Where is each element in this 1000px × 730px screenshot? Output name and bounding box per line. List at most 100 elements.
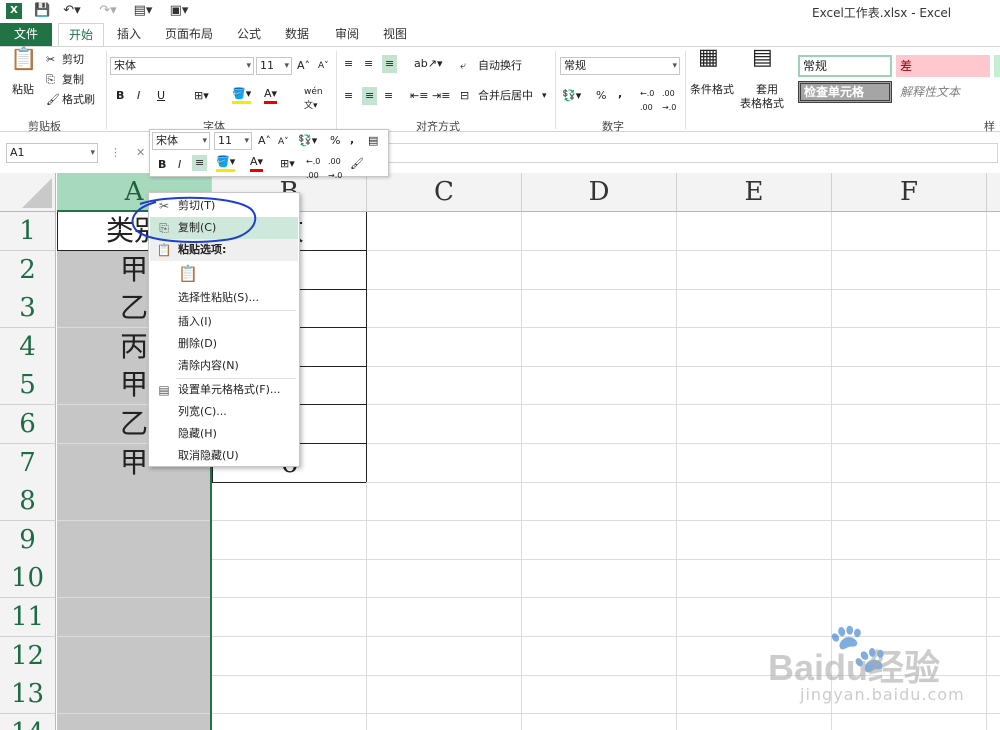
cell[interactable] <box>522 251 677 290</box>
cell[interactable] <box>522 714 677 730</box>
align-bottom-icon[interactable]: ≡ <box>382 55 398 73</box>
cell[interactable] <box>367 366 522 405</box>
cell[interactable] <box>522 559 677 598</box>
cell[interactable] <box>522 675 677 714</box>
paste-clipboard-icon[interactable]: 📋 <box>178 266 198 282</box>
row-header[interactable]: 7 <box>0 444 56 483</box>
cell[interactable] <box>987 328 1000 367</box>
cell[interactable] <box>987 212 1000 251</box>
column-header-c[interactable]: C <box>367 173 522 212</box>
cell[interactable] <box>522 366 677 405</box>
cell[interactable] <box>987 521 1000 560</box>
mini-font-color-icon[interactable]: A▾ <box>250 155 264 172</box>
cell[interactable] <box>987 366 1000 405</box>
cell[interactable] <box>677 328 832 367</box>
cell[interactable] <box>832 714 987 730</box>
column-header-e[interactable]: E <box>677 173 832 212</box>
mini-increase-decimal-icon[interactable]: ←.0.00 <box>306 155 320 183</box>
tab-insert[interactable]: 插入 <box>108 23 150 46</box>
align-middle-icon[interactable]: ≡ <box>364 57 373 71</box>
merge-center-button[interactable]: 合并后居中 <box>478 89 533 103</box>
row-header[interactable]: 5 <box>0 366 56 405</box>
font-color-icon[interactable]: A▾ <box>264 87 278 104</box>
style-explanatory[interactable]: 解释性文本 <box>896 81 990 103</box>
cell-a[interactable] <box>57 675 211 714</box>
mini-bold-button[interactable]: B <box>158 158 166 172</box>
row-header[interactable]: 10 <box>0 559 56 598</box>
cell[interactable] <box>367 212 522 251</box>
column-header-d[interactable]: D <box>522 173 677 212</box>
cell[interactable] <box>522 405 677 444</box>
mini-font-size-select[interactable]: 11 <box>214 132 252 150</box>
cell[interactable] <box>367 559 522 598</box>
cell-b[interactable] <box>212 675 367 714</box>
menu-item-paste-special[interactable]: 选择性粘贴(S)... <box>150 287 298 309</box>
orientation-icon[interactable]: ab↗▾ <box>414 57 442 71</box>
cell[interactable] <box>832 212 987 251</box>
cell[interactable] <box>677 405 832 444</box>
font-size-select[interactable]: 11 <box>256 57 292 75</box>
column-header-f[interactable]: F <box>832 173 987 212</box>
tab-view[interactable]: 视图 <box>374 23 416 46</box>
accounting-format-icon[interactable]: 💱▾ <box>562 89 581 103</box>
mini-borders-icon[interactable]: ⊞▾ <box>280 157 295 171</box>
conditional-formatting-button[interactable]: 条件格式 <box>690 83 734 97</box>
cell[interactable] <box>832 482 987 521</box>
cell[interactable] <box>367 289 522 328</box>
cell[interactable] <box>677 251 832 290</box>
cell[interactable] <box>367 675 522 714</box>
italic-button[interactable]: I <box>137 89 140 103</box>
paste-icon[interactable]: 📋 <box>10 49 37 71</box>
redo-icon[interactable]: ↷▾ <box>96 3 120 19</box>
cell-b[interactable] <box>212 637 367 676</box>
row-header[interactable]: 3 <box>0 289 56 328</box>
wrap-text-button[interactable]: 自动换行 <box>478 59 522 73</box>
undo-icon[interactable]: ↶▾ <box>60 3 84 19</box>
increase-indent-icon[interactable]: ⇥≡ <box>432 89 450 103</box>
cell-a[interactable] <box>57 714 211 730</box>
cell-a[interactable] <box>57 598 211 637</box>
name-box[interactable]: A1 <box>6 143 98 163</box>
cell[interactable] <box>367 251 522 290</box>
row-header[interactable]: 4 <box>0 328 56 367</box>
decrease-decimal-icon[interactable]: .00 →.0 <box>662 87 676 115</box>
row-header[interactable]: 1 <box>0 212 56 251</box>
row-header[interactable]: 13 <box>0 675 56 714</box>
phonetic-icon[interactable]: wén 文▾ <box>304 85 323 113</box>
row-header[interactable]: 6 <box>0 405 56 444</box>
cell[interactable] <box>987 405 1000 444</box>
comma-style-icon[interactable]: , <box>618 87 622 101</box>
menu-item-clear-contents[interactable]: 清除内容(N) <box>150 355 298 377</box>
formula-bar-options-icon[interactable]: ⋮ <box>110 146 121 160</box>
style-more-green[interactable] <box>994 55 1000 77</box>
cell[interactable] <box>987 559 1000 598</box>
cell[interactable] <box>677 366 832 405</box>
menu-item-hide[interactable]: 隐藏(H) <box>150 423 298 445</box>
cell[interactable] <box>832 366 987 405</box>
cell-a[interactable] <box>57 637 211 676</box>
menu-item-delete[interactable]: 删除(D) <box>150 333 298 355</box>
number-format-select[interactable]: 常规 <box>560 57 680 75</box>
align-left-icon[interactable]: ≡ <box>344 89 353 103</box>
menu-item-format-cells[interactable]: ▤ 设置单元格格式(F)... <box>150 379 298 401</box>
cell-a[interactable] <box>57 482 211 521</box>
cell-a[interactable] <box>57 521 211 560</box>
cell-b[interactable] <box>212 714 367 730</box>
cell[interactable] <box>522 444 677 483</box>
style-bad[interactable]: 差 <box>896 55 990 77</box>
cell[interactable] <box>367 637 522 676</box>
cell-b[interactable] <box>212 559 367 598</box>
mini-font-name-select[interactable]: 宋体 <box>152 132 210 150</box>
font-name-select[interactable]: 宋体 <box>110 57 254 75</box>
cell[interactable] <box>677 714 832 730</box>
row-header[interactable]: 8 <box>0 482 56 521</box>
cell[interactable] <box>367 444 522 483</box>
cell[interactable] <box>522 328 677 367</box>
cell[interactable] <box>987 675 1000 714</box>
cell[interactable] <box>367 521 522 560</box>
menu-item-insert[interactable]: 插入(I) <box>150 311 298 333</box>
mini-italic-button[interactable]: I <box>178 158 181 172</box>
format-as-table-button-line2[interactable]: 表格格式 <box>740 97 784 111</box>
align-top-icon[interactable]: ≡ <box>344 57 353 71</box>
mini-format-painter-icon[interactable]: 🖌 <box>350 157 364 171</box>
